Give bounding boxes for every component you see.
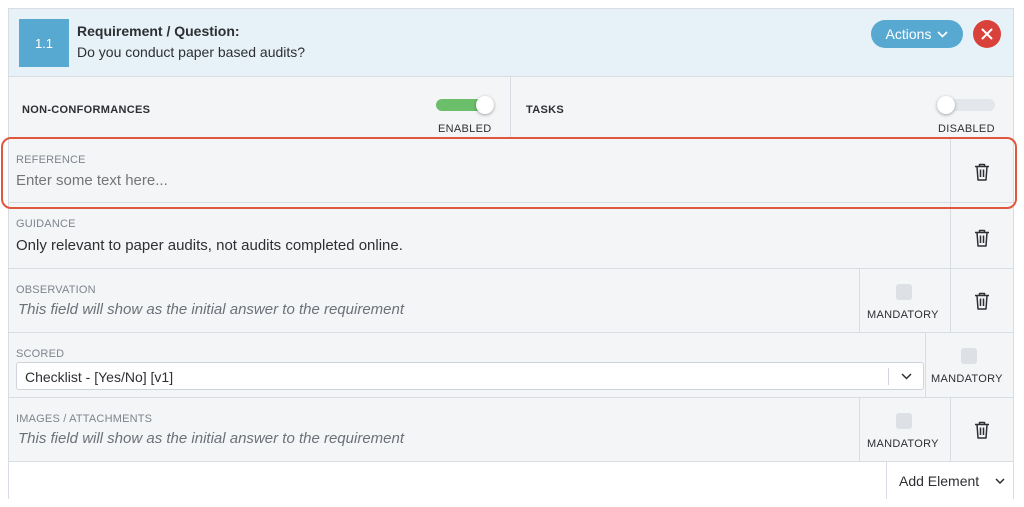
toggle-knob [476, 96, 494, 114]
guidance-value[interactable]: Only relevant to paper audits, not audit… [16, 237, 403, 254]
close-icon [981, 28, 993, 40]
chevron-down-icon [995, 478, 1005, 484]
column-divider [859, 269, 860, 333]
images-row: IMAGES / ATTACHMENTS This field will sho… [9, 398, 1013, 462]
requirement-card: 1.1 Requirement / Question: Do you condu… [8, 8, 1014, 499]
trash-icon[interactable] [974, 229, 990, 247]
scored-row: SCORED Checklist - [Yes/No] [v1] MANDATO… [9, 333, 1013, 398]
mandatory-checkbox[interactable] [896, 284, 912, 300]
add-element-label: Add Element [899, 473, 980, 489]
add-element-dropdown[interactable]: Add Element [886, 462, 1013, 499]
toggle-divider [510, 77, 511, 139]
requirement-header: 1.1 Requirement / Question: Do you condu… [9, 9, 1013, 77]
scored-label: SCORED [16, 348, 65, 360]
non-conformances-label: NON-CONFORMANCES [22, 104, 151, 116]
column-divider [950, 139, 951, 203]
chevron-down-icon [901, 373, 912, 380]
mandatory-checkbox[interactable] [961, 348, 977, 364]
trash-icon[interactable] [974, 292, 990, 310]
select-separator [888, 368, 889, 385]
mandatory-checkbox[interactable] [896, 413, 912, 429]
column-divider [925, 333, 926, 398]
tasks-label: TASKS [526, 104, 564, 116]
reference-row: REFERENCE [9, 139, 1013, 203]
observation-label: OBSERVATION [16, 284, 96, 296]
mandatory-label: MANDATORY [867, 438, 939, 450]
tasks-state: DISABLED [938, 123, 995, 135]
scored-select-value: Checklist - [Yes/No] [v1] [25, 369, 174, 385]
reference-input[interactable] [16, 172, 916, 189]
observation-hint[interactable]: This field will show as the initial answ… [18, 301, 404, 318]
trash-icon[interactable] [974, 163, 990, 181]
actions-button-label: Actions [885, 26, 932, 42]
reference-label: REFERENCE [16, 154, 86, 166]
guidance-label: GUIDANCE [16, 218, 76, 230]
mandatory-label: MANDATORY [867, 309, 939, 321]
non-conformances-toggle[interactable] [436, 96, 494, 114]
images-hint[interactable]: This field will show as the initial answ… [18, 430, 404, 447]
images-label: IMAGES / ATTACHMENTS [16, 413, 153, 425]
close-button[interactable] [973, 20, 1001, 48]
toggle-row: NON-CONFORMANCES ENABLED TASKS DISABLED [9, 77, 1013, 139]
actions-button[interactable]: Actions [871, 20, 963, 48]
trash-icon[interactable] [974, 421, 990, 439]
requirement-title: Requirement / Question: [77, 23, 240, 39]
column-divider [950, 398, 951, 462]
requirement-question: Do you conduct paper based audits? [77, 44, 306, 60]
observation-row: OBSERVATION This field will show as the … [9, 269, 1013, 333]
toggle-knob [937, 96, 955, 114]
column-divider [950, 203, 951, 269]
card-footer: Add Element [9, 462, 1013, 499]
scored-select[interactable]: Checklist - [Yes/No] [v1] [16, 362, 924, 390]
non-conformances-state: ENABLED [438, 123, 492, 135]
guidance-row: GUIDANCE Only relevant to paper audits, … [9, 203, 1013, 269]
requirement-number-badge: 1.1 [19, 19, 69, 67]
tasks-toggle[interactable] [937, 96, 995, 114]
column-divider [950, 269, 951, 333]
chevron-down-icon [937, 30, 949, 38]
column-divider [859, 398, 860, 462]
mandatory-label: MANDATORY [931, 373, 1003, 385]
